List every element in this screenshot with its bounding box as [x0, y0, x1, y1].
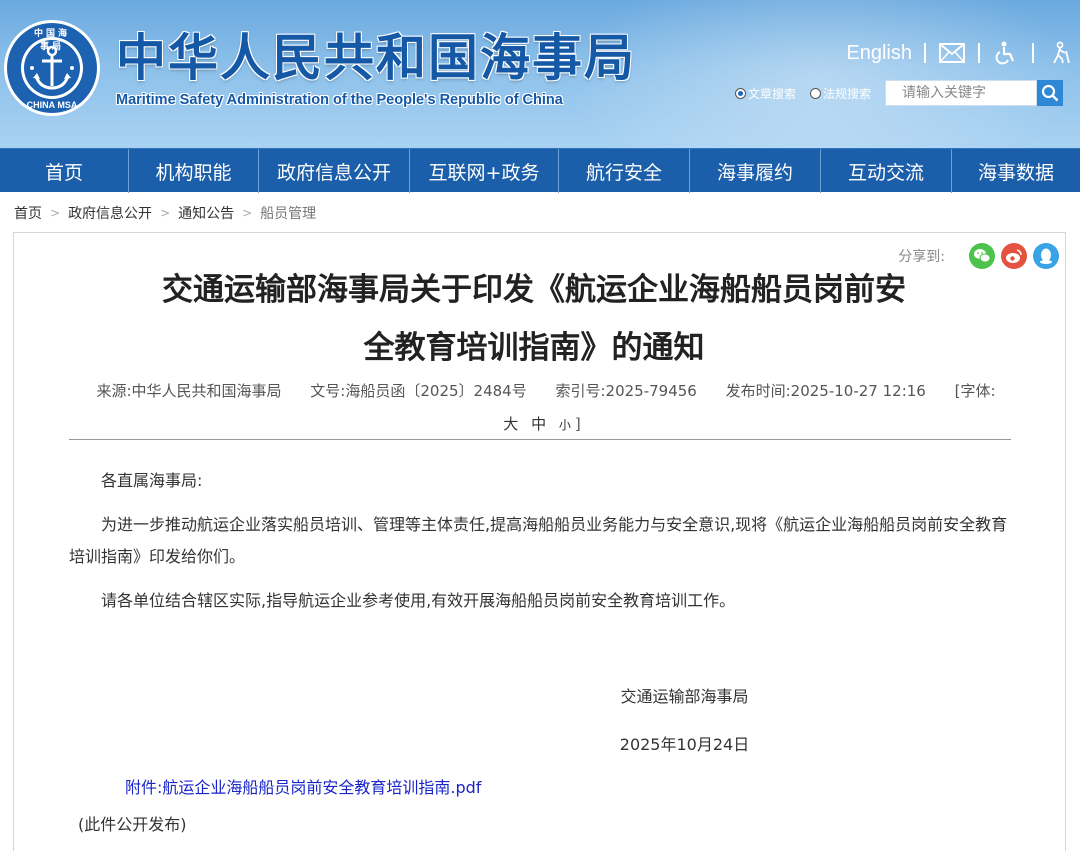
search-button[interactable] — [1037, 80, 1064, 106]
chevron-right-icon: > — [160, 206, 171, 220]
font-size-medium[interactable]: 中 — [531, 415, 546, 433]
nav-item-home[interactable]: 首页 — [0, 149, 129, 193]
elder-mode-icon[interactable] — [1046, 41, 1074, 65]
article-container: 分享到: 交通运输部海事局关于印发《航运企业海船船员岗前安 全教育培训指南》的通… — [13, 232, 1066, 851]
article-body: 各直属海事局: 为进一步推动航运企业落实船员培训、管理等主体责任,提高海船船员业… — [69, 465, 1014, 629]
nav-item-compliance[interactable]: 海事履约 — [690, 149, 821, 193]
font-size-small[interactable]: 小 — [559, 418, 571, 432]
signature-org: 交通运输部海事局 — [620, 687, 749, 706]
site-subtitle: Maritime Safety Administration of the Pe… — [116, 92, 563, 108]
mail-icon[interactable] — [938, 41, 966, 65]
breadcrumb-notices[interactable]: 通知公告 — [178, 203, 234, 223]
site-title: 中华人民共和国海事局 — [116, 29, 636, 87]
top-link-divider — [924, 43, 926, 63]
nav-item-interaction[interactable]: 互动交流 — [821, 149, 952, 193]
top-link-divider — [978, 43, 980, 63]
meta-index-no: 索引号:2025-79456 — [555, 382, 697, 400]
header-glow — [560, 0, 1080, 148]
meta-doc-no: 文号:海船员函〔2025〕2484号 — [310, 382, 527, 400]
font-size-large[interactable]: 大 — [503, 415, 518, 433]
nav-item-functions[interactable]: 机构职能 — [129, 149, 259, 193]
title-divider — [69, 439, 1011, 440]
site-header: 中国海事局 CHINA MSA 中华人民共和国海事局 Maritime Safe… — [0, 0, 1080, 148]
search-option-law-label: 法规搜索 — [823, 86, 872, 101]
article-meta: 来源:中华人民共和国海事局 文号:海船员函〔2025〕2484号 索引号:202… — [69, 375, 1011, 442]
breadcrumb: 首页 > 政府信息公开 > 通知公告 > 船员管理 — [14, 203, 316, 223]
salutation: 各直属海事局: — [101, 471, 203, 490]
logo-bottom-text: CHINA MSA — [26, 100, 78, 110]
main-nav: 首页 机构职能 政府信息公开 互联网+政务 航行安全 海事履约 互动交流 海事数… — [0, 148, 1080, 193]
radio-unselected-icon — [810, 87, 822, 99]
english-link[interactable]: English — [846, 42, 912, 65]
wechat-icon[interactable] — [969, 243, 995, 269]
meta-publish-time: 发布时间:2025-10-27 12:16 — [725, 382, 926, 400]
top-links: English — [846, 38, 1074, 68]
publish-note: (此件公开发布) — [78, 815, 187, 834]
search-option-law[interactable]: 法规搜索 — [810, 85, 871, 102]
top-link-divider — [1032, 43, 1034, 63]
chevron-right-icon: > — [242, 206, 253, 220]
search-bar: 文章搜索 法规搜索 — [735, 80, 1064, 106]
breadcrumb-crew-management: 船员管理 — [260, 206, 317, 222]
nav-item-gov-info[interactable]: 政府信息公开 — [259, 149, 410, 193]
signature-date: 2025年10月24日 — [619, 735, 750, 754]
body-paragraph: 为进一步推动航运企业落实船员培训、管理等主体责任,提高海船船员业务能力与安全意识… — [69, 515, 1008, 566]
article-title-line2: 全教育培训指南》的通知 — [363, 330, 705, 366]
nav-item-data[interactable]: 海事数据 — [952, 149, 1080, 193]
accessibility-icon[interactable] — [992, 41, 1020, 65]
search-option-article-label: 文章搜索 — [748, 86, 797, 101]
breadcrumb-gov-info[interactable]: 政府信息公开 — [68, 203, 152, 223]
qq-icon[interactable] — [1033, 243, 1059, 269]
attachment-link[interactable]: 附件:航运企业海船船员岗前安全教育培训指南.pdf — [125, 774, 481, 798]
font-size-label-close: ] — [574, 415, 581, 433]
article-title-line1: 交通运输部海事局关于印发《航运企业海船船员岗前安 — [162, 272, 906, 308]
search-icon — [1041, 84, 1059, 102]
body-paragraph: 请各单位结合辖区实际,指导航运企业参考使用,有效开展海船船员岗前安全教育培训工作… — [101, 591, 736, 610]
nav-item-nav-safety[interactable]: 航行安全 — [559, 149, 690, 193]
radio-selected-icon — [735, 87, 746, 99]
chevron-right-icon: > — [50, 206, 61, 220]
font-size-label: [字体: — [954, 382, 996, 400]
search-option-article[interactable]: 文章搜索 — [735, 85, 796, 102]
breadcrumb-home[interactable]: 首页 — [14, 203, 42, 223]
article-title: 交通运输部海事局关于印发《航运企业海船船员岗前安 全教育培训指南》的通知 — [134, 261, 934, 377]
meta-source: 来源:中华人民共和国海事局 — [96, 382, 282, 400]
nav-item-internet-gov[interactable]: 互联网+政务 — [410, 149, 559, 193]
search-input[interactable] — [885, 80, 1038, 106]
weibo-icon[interactable] — [1001, 243, 1027, 269]
logo-top-text: 中国海事局 — [33, 29, 70, 52]
msa-logo[interactable]: 中国海事局 CHINA MSA — [2, 18, 102, 118]
